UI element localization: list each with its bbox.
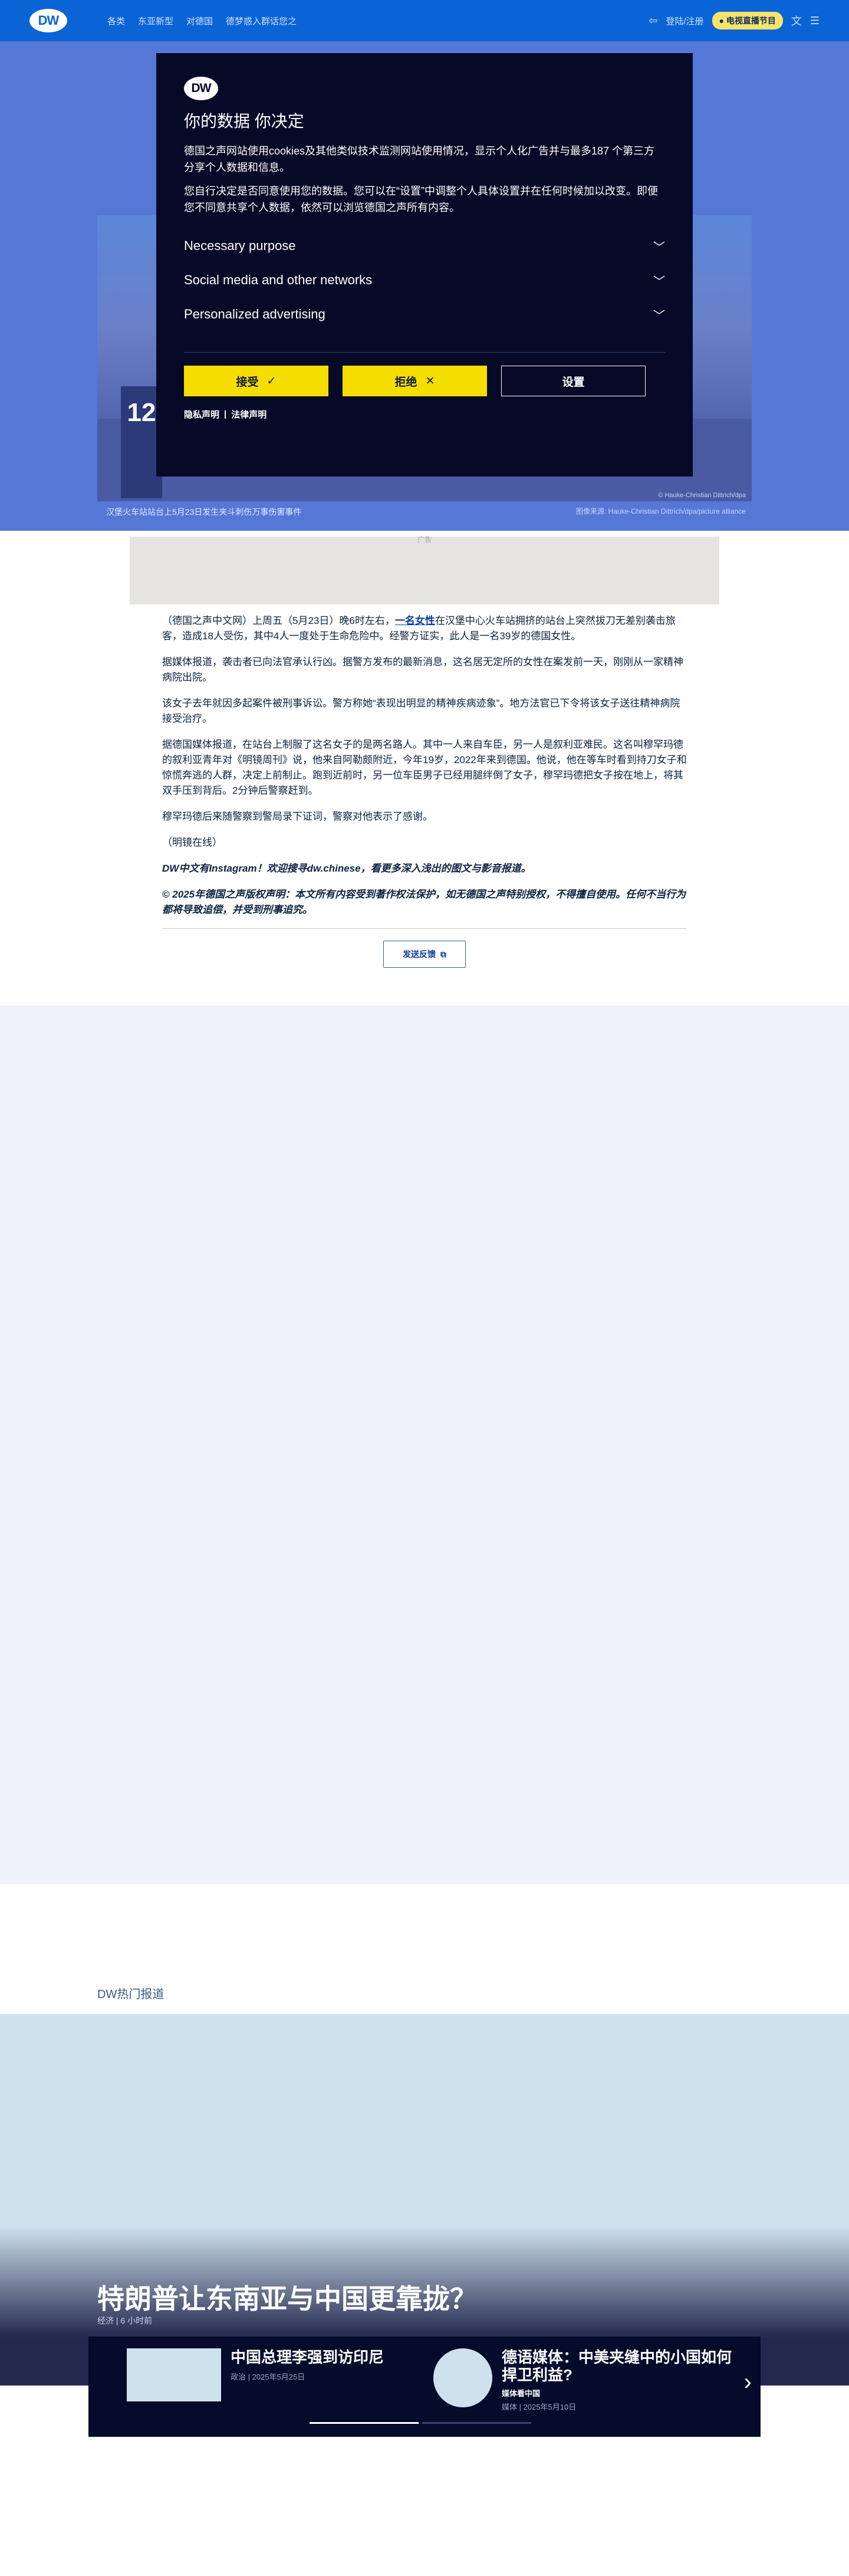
- purpose-label: Personalized advertising: [184, 307, 325, 321]
- carousel-progress: [310, 2422, 531, 2424]
- legal-link[interactable]: 法律声明: [231, 408, 266, 420]
- chevron-down-icon: ﹀: [653, 275, 665, 288]
- article-body: （德国之声中文网）上周五（5月23日）晚6时左右，一名女性在汉堡中心火车站拥挤的…: [162, 613, 687, 968]
- live-tv-label: 电视直播节目: [726, 16, 776, 25]
- photo-credit: © Hauke-Christian Dittrich/dpa: [658, 492, 746, 499]
- reject-button[interactable]: 拒绝 ✕: [343, 366, 487, 396]
- accept-button[interactable]: 接受 ✓: [184, 366, 328, 396]
- article-text: （德国之声中文网）上周五（5月23日）晚6时左右，: [162, 615, 395, 626]
- copy-icon: ⧉: [440, 949, 446, 959]
- nav-links: 各类 东亚新型 对德国 德梦惑入群话您之: [107, 15, 297, 27]
- card-meta: 媒体 | 2025年5月10日: [502, 2403, 577, 2411]
- nav-link[interactable]: 德梦惑入群话您之: [226, 15, 297, 27]
- card-thumbnail: [433, 2348, 492, 2407]
- chevron-down-icon: ﹀: [653, 241, 665, 254]
- link-separator: |: [224, 409, 227, 419]
- card-title: 德语媒体：中美夹缝中的小国如何捍卫利益?: [502, 2348, 732, 2384]
- hero-caption: 汉堡火车站站台上5月23日发生夹斗刺伤万事伤害事件: [106, 507, 302, 517]
- article-paragraph: （德国之声中文网）上周五（5月23日）晚6时左右，一名女性在汉堡中心火车站拥挤的…: [162, 613, 687, 644]
- divider: [162, 928, 687, 929]
- nav-link[interactable]: 各类: [107, 15, 125, 27]
- nav-link[interactable]: 东亚新型: [138, 15, 173, 27]
- menu-icon[interactable]: ☰: [810, 15, 820, 27]
- ad-slot[interactable]: [130, 537, 719, 604]
- carousel-card[interactable]: 中国总理李强到访印尼 政治 | 2025年5月25日: [127, 2348, 384, 2401]
- consent-links: 隐私声明 | 法律声明: [184, 408, 665, 420]
- top-navigation: DW 各类 东亚新型 对德国 德梦惑入群话您之 ⇦ 登陆/注册 ● 电视直播节目…: [0, 0, 849, 41]
- user-icon[interactable]: ⇦: [649, 15, 657, 27]
- feedback-button[interactable]: 发送反馈 ⧉: [383, 941, 466, 968]
- article-paragraph: 据德国媒体报道，在站台上制服了这名女子的是两名路人。其中一人来自车臣，另一人是叙…: [162, 739, 687, 796]
- progress-segment[interactable]: [422, 2422, 531, 2424]
- nav-right: ⇦ 登陆/注册 ● 电视直播节目 文 ☰: [649, 12, 820, 29]
- divider: [184, 352, 665, 353]
- purpose-advertising[interactable]: Personalized advertising ﹀: [184, 297, 665, 331]
- instagram-promo: DW中文有Instagram！欢迎搜寻dw.chinese，看更多深入浅出的图文…: [162, 863, 531, 874]
- check-icon: ✓: [266, 374, 277, 387]
- purpose-label: Necessary purpose: [184, 238, 296, 253]
- close-icon: ✕: [425, 374, 435, 387]
- purpose-social-media[interactable]: Social media and other networks ﹀: [184, 263, 665, 297]
- article-paragraph: 据媒体报道，袭击者已向法官承认行凶。据警方发布的最新消息，这名居无定所的女性在案…: [162, 656, 683, 683]
- reject-label: 拒绝: [394, 376, 417, 389]
- purpose-label: Social media and other networks: [184, 272, 373, 287]
- chevron-down-icon: ﹀: [653, 309, 665, 323]
- feedback-row: 发送反馈 ⧉: [162, 941, 687, 968]
- settings-label: 设置: [562, 376, 585, 389]
- feedback-label: 发送反馈: [403, 949, 436, 959]
- live-tv-button[interactable]: ● 电视直播节目: [712, 12, 783, 29]
- settings-button[interactable]: 设置: [501, 366, 646, 396]
- popular-carousel: 中国总理李强到访印尼 政治 | 2025年5月25日 德语媒体：中美夹缝中的小国…: [88, 2337, 761, 2437]
- nav-link[interactable]: 对德国: [186, 15, 213, 27]
- card-title: 中国总理李强到访印尼: [231, 2348, 384, 2366]
- article-paragraph: 穆罕玛德后来随警察到警局录下证词，警察对他表示了感谢。: [162, 811, 433, 822]
- card-tag: 媒体看中国: [502, 2389, 541, 2398]
- consent-intro-2: 您自行决定是否同意使用您的数据。您可以在“设置”中调整个人具体设置并在任何时候加…: [184, 185, 658, 213]
- hero-caption-credit: 图像来源: Hauke-Christian Dittrich/dpa/pictu…: [575, 507, 746, 515]
- consent-actions: 接受 ✓ 拒绝 ✕ 设置: [184, 366, 665, 396]
- dw-logo[interactable]: DW: [29, 9, 67, 32]
- page: DW 各类 东亚新型 对德国 德梦惑入群话您之 ⇦ 登陆/注册 ● 电视直播节目…: [0, 0, 849, 2576]
- popular-title[interactable]: 特朗普让东南亚与中国更靠拢？: [97, 2278, 477, 2317]
- consent-dialog: DW 你的数据 你决定 德国之声网站使用cookies及其他类似技术监测网站使用…: [156, 53, 693, 477]
- article-link[interactable]: 一名女性: [395, 615, 435, 626]
- article-source: （明镜在线）: [162, 837, 222, 848]
- purpose-necessary[interactable]: Necessary purpose ﹀: [184, 229, 665, 263]
- copyright-notice: © 2025年德国之声版权声明：本文所有内容受到著作权法保护，如无德国之声特别授…: [162, 889, 686, 915]
- popular-hero[interactable]: [0, 2014, 849, 2386]
- card-meta: 政治 | 2025年5月25日: [231, 2373, 305, 2381]
- hero-caption-row: 汉堡火车站站台上5月23日发生夹斗刺伤万事伤害事件 图像来源: Hauke-Ch…: [106, 506, 746, 518]
- ad-label: 广告: [417, 535, 432, 544]
- signin-link[interactable]: 登陆/注册: [666, 15, 703, 27]
- content-placeholder-section: [0, 1006, 849, 1884]
- consent-title: 你的数据 你决定: [184, 112, 304, 130]
- card-thumbnail: [127, 2348, 221, 2401]
- carousel-card[interactable]: 德语媒体：中美夹缝中的小国如何捍卫利益? 媒体看中国 媒体 | 2025年5月1…: [433, 2348, 738, 2412]
- language-icon[interactable]: 文: [791, 13, 802, 28]
- article-paragraph: 该女子去年就因多起案件被刑事诉讼。警方称她“表现出明显的精神疾病迹象”。地方法官…: [162, 698, 680, 724]
- chevron-right-icon[interactable]: ›: [744, 2369, 752, 2396]
- privacy-link[interactable]: 隐私声明: [184, 408, 219, 420]
- popular-meta: 经济 | 6 小时前: [97, 2316, 153, 2325]
- popular-section-label: DW热门报道: [97, 1988, 164, 2001]
- accept-label: 接受: [236, 376, 259, 389]
- dw-logo: DW: [184, 77, 218, 100]
- consent-intro: 德国之声网站使用cookies及其他类似技术监测网站使用情况，显示个人化广告并与…: [184, 145, 655, 173]
- consent-purposes: Necessary purpose ﹀ Social media and oth…: [184, 229, 665, 331]
- progress-segment[interactable]: [310, 2422, 419, 2424]
